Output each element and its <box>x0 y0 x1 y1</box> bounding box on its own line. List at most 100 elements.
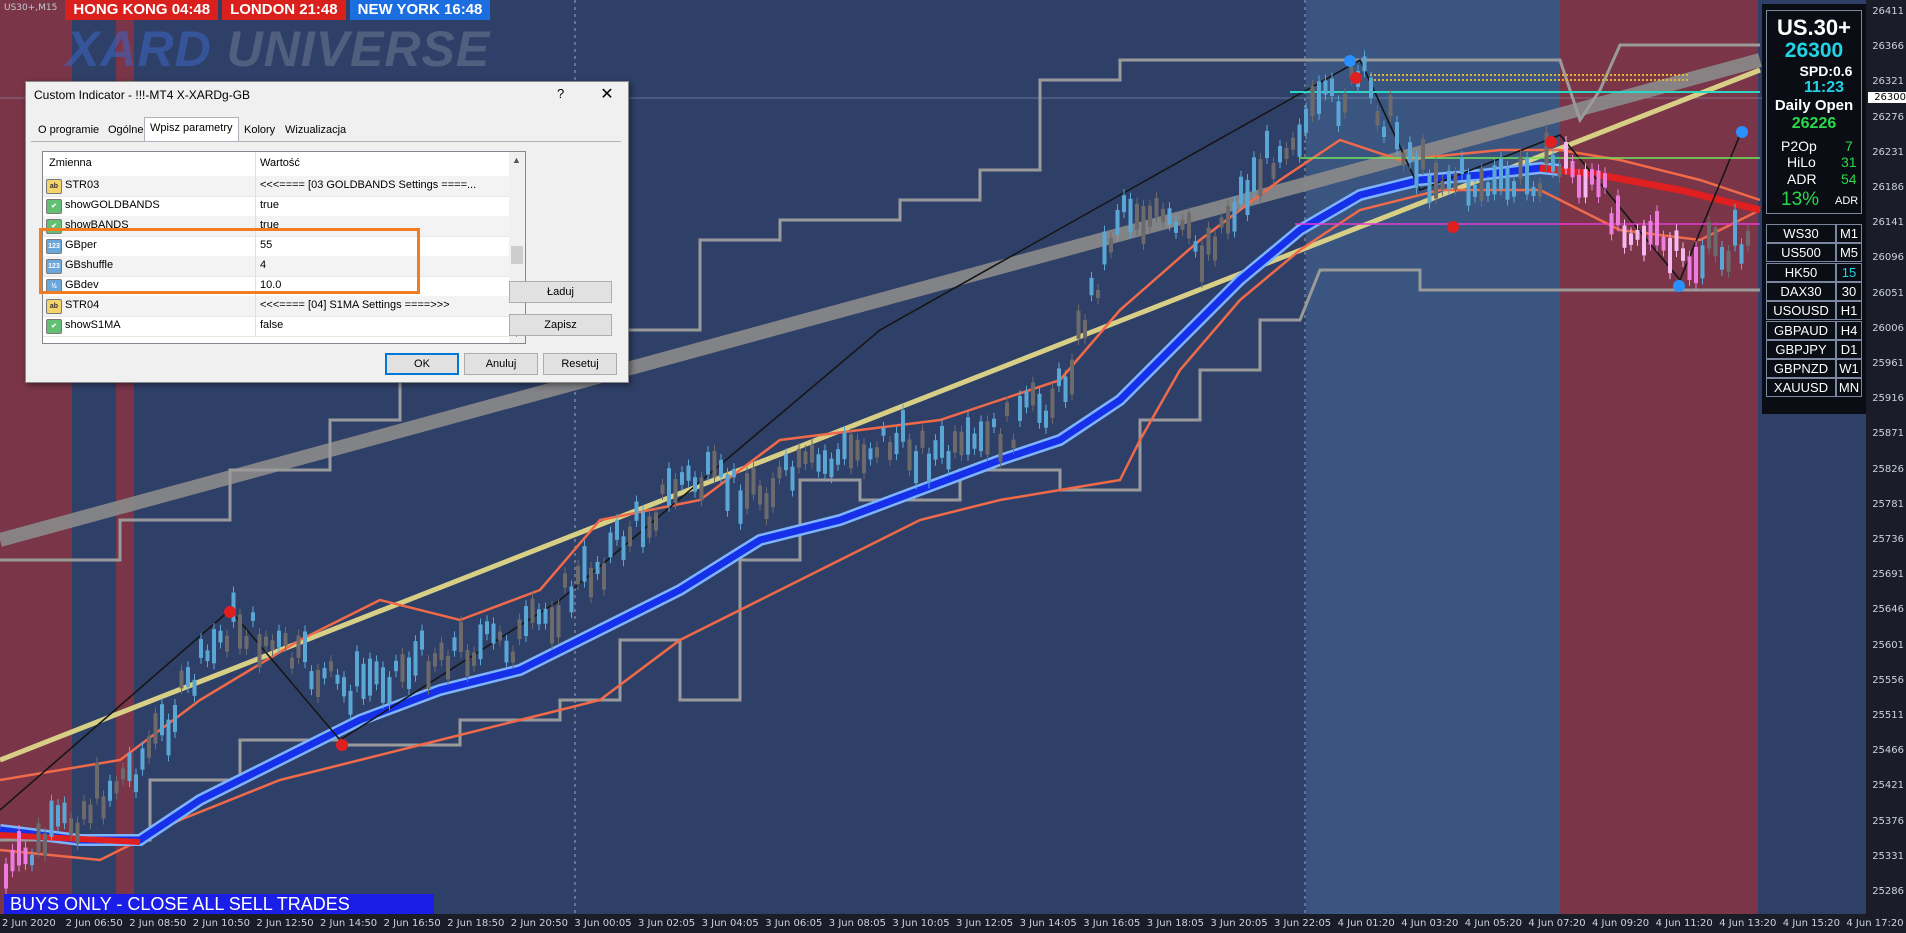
symbol-button-usousd[interactable]: USOUSD <box>1766 301 1836 321</box>
candle-body <box>88 804 93 824</box>
time-tick: 2 Jun 08:50 <box>129 918 187 929</box>
candle-body <box>758 485 762 505</box>
candle-body <box>1057 368 1061 387</box>
symbol-button-gbpjpy[interactable]: GBPJPY <box>1766 339 1836 359</box>
adr-small-label: ADR <box>1835 195 1859 207</box>
grid-header: Zmienna Wartość <box>43 152 509 177</box>
candle-body <box>1395 122 1399 150</box>
symbol-button-hk50[interactable]: HK50 <box>1766 262 1836 282</box>
candle-body <box>771 478 775 508</box>
column-header-name[interactable]: Zmienna <box>49 157 92 169</box>
candle-body <box>1083 319 1087 339</box>
candle-body <box>946 451 951 470</box>
reset-button[interactable]: Resetuj <box>543 353 617 375</box>
string-type-icon: ab <box>46 299 62 314</box>
candle-body <box>1330 78 1334 96</box>
candle-body <box>641 511 645 548</box>
parameter-row[interactable]: ✔ showGOLDBANDS true <box>43 196 509 217</box>
symbol-button-dax30[interactable]: DAX30 <box>1766 281 1836 301</box>
candle-body <box>283 633 288 646</box>
timeframe-button-d1[interactable]: D1 <box>1836 339 1862 359</box>
candle-body <box>1408 142 1412 163</box>
symbol-button-us500[interactable]: US500 <box>1766 243 1836 263</box>
candle-body <box>803 451 808 464</box>
parameter-value[interactable]: <<<==== [03 GOLDBANDS Settings ====... <box>260 179 500 191</box>
parameter-row[interactable]: ab STR03 <<<==== [03 GOLDBANDS Settings ==… <box>43 176 509 197</box>
parameter-row[interactable]: ab STR04 <<<==== [04] S1MA Settings ====>>… <box>43 296 509 317</box>
candle-body <box>160 704 164 736</box>
panel-symbol: US.30+ <box>1777 15 1851 40</box>
cancel-button[interactable]: Anuluj <box>464 353 538 375</box>
candle-body <box>1375 110 1380 126</box>
candle-body <box>238 614 242 649</box>
candle-body <box>75 822 80 845</box>
candle-body <box>537 609 541 625</box>
timeframe-button-15[interactable]: 15 <box>1836 262 1862 282</box>
symbol-button-ws30[interactable]: WS30 <box>1766 224 1836 243</box>
timeframe-button-mn[interactable]: MN <box>1836 378 1862 398</box>
timeframe-button-h1[interactable]: H1 <box>1836 301 1862 321</box>
scroll-up-icon[interactable]: ▲ <box>512 155 521 165</box>
candle-body <box>1434 162 1438 199</box>
timeframe-button-m5[interactable]: M5 <box>1836 243 1862 263</box>
time-tick: 2 Jun 10:50 <box>192 918 250 929</box>
close-icon[interactable]: ✕ <box>596 84 618 104</box>
candle-body <box>582 546 587 582</box>
symbol-button-gbpaud[interactable]: GBPAUD <box>1766 320 1836 340</box>
tab-divider <box>31 141 621 142</box>
timeframe-button-w1[interactable]: W1 <box>1836 359 1862 379</box>
candle-body <box>667 468 671 506</box>
candle-body <box>374 661 379 685</box>
ok-button[interactable]: OK <box>385 353 459 375</box>
panel-spread: SPD:0.6 <box>1799 63 1853 79</box>
tab-wpisz-parametry[interactable]: Wpisz parametry <box>144 117 239 142</box>
trade-signal-banner: BUYS ONLY - CLOSE ALL SELL TRADES <box>4 894 434 914</box>
candle-body <box>849 434 853 469</box>
candle-body <box>556 605 561 638</box>
tab-wizualizacja[interactable]: Wizualizacja <box>280 120 351 140</box>
timeframe-button-h4[interactable]: H4 <box>1836 320 1862 340</box>
clock-new-york: NEW YORK 16:48 <box>349 0 491 20</box>
tab-ogolne[interactable]: Ogólne <box>103 120 148 140</box>
time-tick: 4 Jun 09:20 <box>1592 918 1650 929</box>
time-tick: 4 Jun 01:20 <box>1337 918 1395 929</box>
column-header-value[interactable]: Wartość <box>260 157 300 169</box>
candle-body <box>693 477 697 492</box>
parameter-value[interactable]: false <box>260 319 500 331</box>
session-zone <box>1306 0 1560 914</box>
candle-body <box>277 630 281 648</box>
candle-body <box>17 831 21 866</box>
candle-body <box>62 802 67 824</box>
parameter-row[interactable]: ✔ showS1MA false <box>43 316 509 337</box>
parameter-value[interactable]: true <box>260 199 500 211</box>
candle-body <box>95 762 99 799</box>
parameter-name: STR03 <box>65 179 100 191</box>
timeframe-button-30[interactable]: 30 <box>1836 281 1862 301</box>
timeframe-button-m1[interactable]: M1 <box>1836 224 1862 243</box>
symbol-button-xauusd[interactable]: XAUUSD <box>1766 378 1836 398</box>
scroll-thumb[interactable] <box>511 246 523 264</box>
parameter-name: STR04 <box>65 299 100 311</box>
swing-marker <box>1736 126 1748 138</box>
candle-body <box>823 450 827 474</box>
symbol-button-gbpnzd[interactable]: GBPNZD <box>1766 359 1836 379</box>
tab-kolory[interactable]: Kolory <box>239 120 280 140</box>
save-button[interactable]: Zapisz <box>509 314 612 336</box>
time-tick: 3 Jun 08:05 <box>828 918 886 929</box>
candle-body <box>1128 198 1133 232</box>
candle-body <box>1369 77 1373 98</box>
candle-body <box>647 516 652 538</box>
help-icon[interactable]: ? <box>557 86 564 101</box>
load-button[interactable]: Ładuj <box>509 281 612 303</box>
swing-marker <box>1545 136 1557 148</box>
boolean-type-icon: ✔ <box>46 199 62 214</box>
parameter-value[interactable]: <<<==== [04] S1MA Settings ====>>> <box>260 299 500 311</box>
candle-body <box>855 439 860 461</box>
candle-body <box>888 442 892 460</box>
tab-o-programie[interactable]: O programie <box>33 120 104 140</box>
candle-body <box>595 561 600 574</box>
candle-body <box>1525 158 1529 195</box>
candle-body <box>1401 152 1406 166</box>
candle-body <box>218 630 223 643</box>
price-tick: 26366 <box>1872 41 1904 53</box>
